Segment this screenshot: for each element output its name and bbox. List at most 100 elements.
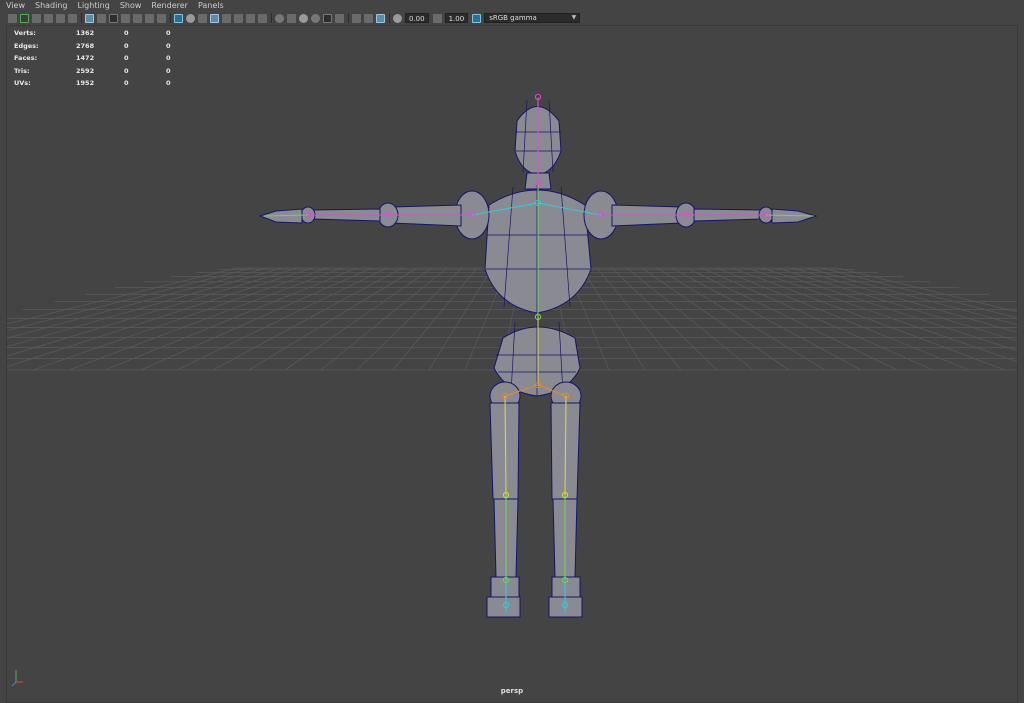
hud-row-edges: Edges: 2768 0 0 — [14, 40, 171, 53]
smooth-shade-icon[interactable] — [186, 13, 195, 23]
hud-value: 2592 — [76, 66, 95, 75]
bookmark-icon[interactable] — [32, 13, 41, 23]
grid-line — [581, 267, 646, 371]
view-transform-value: sRGB gamma — [489, 14, 537, 22]
hud-value: 0 — [124, 29, 129, 38]
grid-line — [104, 267, 358, 371]
field-chart-icon[interactable] — [133, 13, 142, 23]
hud-label: Faces: — [14, 54, 38, 63]
two-d-pan-zoom-icon[interactable] — [56, 13, 65, 23]
safe-action-icon[interactable] — [145, 13, 154, 23]
grid-line — [320, 267, 448, 371]
screen-space-ao-icon[interactable] — [258, 13, 267, 23]
safe-title-icon[interactable] — [157, 13, 166, 23]
hud-label: Tris: — [14, 66, 30, 75]
perspective-viewport[interactable]: Verts: 1362 0 0 Edges: 2768 0 0 Faces: 1… — [6, 25, 1018, 703]
xray-joints-icon[interactable] — [335, 13, 344, 23]
grid-line — [806, 267, 1018, 326]
grid-line — [626, 267, 754, 371]
grid-line — [656, 267, 826, 371]
viewport-scene[interactable] — [6, 25, 1018, 703]
gamma-field[interactable]: 1.00 — [444, 13, 469, 23]
camera-name-label: persp — [500, 687, 524, 695]
grid-line — [68, 267, 343, 371]
grid-line — [392, 267, 478, 371]
image-plane-icon[interactable] — [44, 13, 53, 23]
hud-row-verts: Verts: 1362 0 0 — [14, 27, 171, 40]
film-gate-icon[interactable] — [97, 13, 106, 23]
grease-pencil-icon[interactable] — [68, 13, 77, 23]
grid-line — [428, 267, 493, 371]
hud-label: Edges: — [14, 41, 39, 50]
hud-value: 0 — [124, 66, 129, 75]
hud-row-tris: Tris: 2592 0 0 — [14, 65, 171, 78]
menu-lighting[interactable]: Lighting — [77, 0, 109, 11]
motion-blur-icon[interactable] — [275, 13, 284, 23]
hud-value: 1472 — [76, 54, 95, 63]
toolbar-separator — [170, 13, 171, 23]
hud-value: 0 — [166, 54, 171, 63]
left-thigh-mesh — [489, 402, 520, 500]
resolution-gate-icon[interactable] — [109, 13, 118, 23]
menu-panels[interactable]: Panels — [198, 0, 224, 11]
toolbar-separator — [389, 13, 390, 23]
grid-icon[interactable] — [85, 13, 94, 23]
camera-attributes-icon[interactable] — [20, 13, 29, 23]
hud-row-faces: Faces: 1472 0 0 — [14, 52, 171, 65]
hud-value: 0 — [166, 29, 171, 38]
textured-icon[interactable] — [222, 13, 231, 23]
grid-line — [731, 267, 1006, 371]
viewport-toolbar: 0.00 1.00 sRGB gamma ▼ — [0, 11, 1024, 25]
hud-value: 2768 — [76, 41, 95, 50]
multisample-aa-icon[interactable] — [287, 13, 296, 23]
hud-row-uvs: UVs: 1952 0 0 — [14, 77, 171, 90]
hud-value: 0 — [124, 54, 129, 63]
grid-line — [6, 267, 298, 357]
menu-renderer[interactable]: Renderer — [151, 0, 188, 11]
gate-mask-icon[interactable] — [121, 13, 130, 23]
hud-value: 0 — [124, 79, 129, 88]
exposure-field[interactable]: 0.00 — [405, 13, 429, 23]
poly-count-hud: Verts: 1362 0 0 Edges: 2768 0 0 Faces: 1… — [14, 27, 171, 90]
hud-icon[interactable] — [376, 13, 385, 23]
select-camera-icon[interactable] — [8, 13, 17, 23]
hud-value: 1952 — [76, 79, 95, 88]
grid-line — [791, 267, 1018, 333]
grid-line — [248, 267, 418, 371]
toolbar-separator — [271, 13, 272, 23]
grid-line — [6, 267, 238, 325]
xray-active-components-icon[interactable] — [352, 13, 361, 23]
chevron-down-icon: ▼ — [571, 14, 577, 21]
isolate-select-icon[interactable] — [311, 13, 320, 23]
wireframe-on-shaded-icon[interactable] — [210, 13, 219, 23]
hud-value: 0 — [124, 41, 129, 50]
viewport-menubar: View Shading Lighting Show Renderer Pane… — [0, 0, 1024, 11]
menu-shading[interactable]: Shading — [35, 0, 68, 11]
gamma-icon[interactable] — [432, 13, 442, 23]
grid-line — [716, 267, 970, 371]
menu-view[interactable]: View — [6, 0, 25, 11]
hud-label: UVs: — [14, 79, 31, 88]
menu-show[interactable]: Show — [120, 0, 142, 11]
right-ankle-mesh — [551, 576, 581, 598]
xray-icon[interactable] — [323, 13, 332, 23]
depth-of-field-icon[interactable] — [299, 13, 308, 23]
left-foot-mesh — [486, 596, 521, 618]
left-ankle-mesh — [490, 576, 520, 598]
backface-culling-icon[interactable] — [364, 13, 373, 23]
hud-value: 0 — [166, 79, 171, 88]
use-default-material-icon[interactable] — [198, 13, 207, 23]
shadows-icon[interactable] — [246, 13, 255, 23]
exposure-icon[interactable] — [393, 13, 402, 23]
color-management-icon[interactable] — [472, 13, 482, 23]
use-all-lights-icon[interactable] — [234, 13, 243, 23]
view-transform-dropdown[interactable]: sRGB gamma ▼ — [484, 13, 581, 23]
wireframe-icon[interactable] — [174, 13, 183, 23]
axis-gizmo-icon — [11, 670, 23, 687]
hud-value: 0 — [166, 41, 171, 50]
hud-label: Verts: — [14, 29, 36, 38]
hud-value: 0 — [166, 66, 171, 75]
toolbar-separator — [348, 13, 349, 23]
hud-value: 1362 — [76, 29, 95, 38]
toolbar-separator — [81, 13, 82, 23]
